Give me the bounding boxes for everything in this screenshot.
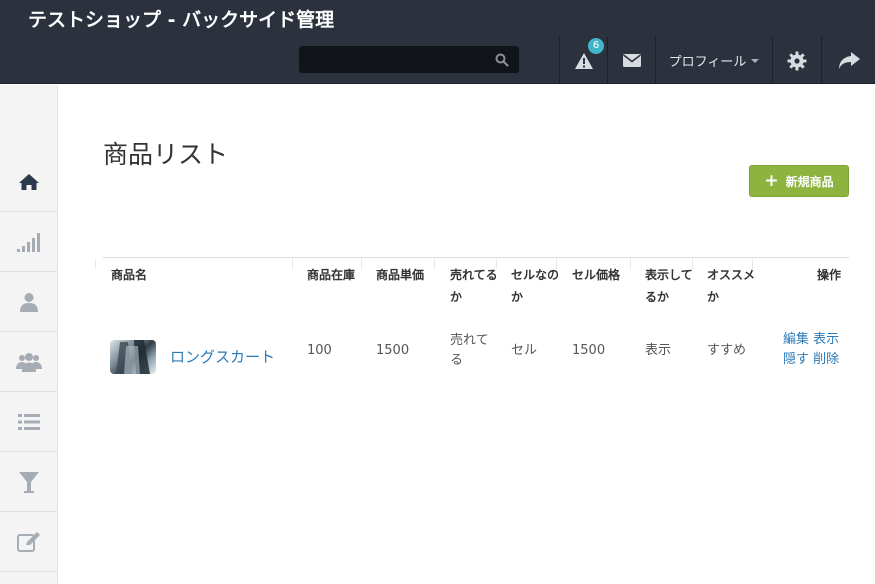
filter-icon <box>18 471 39 493</box>
column-divider <box>292 259 293 269</box>
home-icon <box>18 173 39 190</box>
column-divider <box>361 259 362 269</box>
product-visible: 表示 <box>645 343 672 358</box>
sidebar <box>0 85 58 584</box>
hide-link[interactable]: 隠す <box>783 352 809 367</box>
product-selling-line2: る <box>450 353 464 368</box>
product-selling: 売れて る <box>450 331 489 371</box>
plus-icon: + <box>764 170 779 191</box>
sidebar-item-users[interactable] <box>0 332 57 392</box>
new-product-button[interactable]: + 新規商品 <box>749 165 849 197</box>
header-recommend-line2: か <box>707 290 720 304</box>
product-selling-line1: 売れて <box>450 333 489 348</box>
header-recommend[interactable]: オススメ か <box>707 264 755 308</box>
header-selling-line1: 売れてる <box>450 268 498 282</box>
header-visible-line1: 表示して <box>645 268 693 282</box>
search-input[interactable] <box>299 46 519 73</box>
top-bar: テストショップ - バックサイド管理 6 プロフィール <box>0 0 875 84</box>
header-recommend-line1: オススメ <box>707 268 756 282</box>
header-sale-price[interactable]: セル価格 <box>572 264 620 286</box>
edit-icon <box>16 531 40 552</box>
envelope-icon <box>622 54 641 67</box>
page-title: 商品リスト <box>103 140 229 169</box>
table-header-border <box>103 257 849 258</box>
sidebar-item-stats[interactable] <box>0 212 57 272</box>
product-sale: セル <box>511 343 538 358</box>
sidebar-item-list[interactable] <box>0 392 57 452</box>
column-divider <box>95 259 96 269</box>
header-selling-line2: か <box>450 290 463 304</box>
alerts-badge: 6 <box>588 38 604 54</box>
gear-icon <box>787 51 807 70</box>
header-sale[interactable]: セルなの か <box>511 264 559 308</box>
header-actions: 操作 <box>817 268 842 282</box>
signal-icon <box>16 232 40 252</box>
header-visible[interactable]: 表示して るか <box>645 264 693 308</box>
row-actions: 編集 表示 隠す 削除 <box>783 330 839 370</box>
product-price: 1500 <box>376 343 410 358</box>
edit-link[interactable]: 編集 <box>783 332 809 347</box>
new-product-label: 新規商品 <box>785 174 834 189</box>
logout-button[interactable] <box>821 37 875 84</box>
messages-button[interactable] <box>607 37 655 84</box>
header-price[interactable]: 商品単価 <box>376 264 424 286</box>
header-name[interactable]: 商品名 <box>111 264 147 286</box>
product-image <box>116 340 150 374</box>
share-arrow-icon <box>838 52 860 69</box>
column-divider <box>630 259 631 269</box>
list-icon <box>17 413 40 430</box>
profile-label: プロフィール <box>668 55 747 70</box>
delete-link[interactable]: 削除 <box>813 352 839 367</box>
alerts-button[interactable]: 6 <box>559 37 607 84</box>
settings-button[interactable] <box>772 37 821 84</box>
header-sale-line2: か <box>511 290 524 304</box>
sidebar-item-user[interactable] <box>0 272 57 332</box>
header-stock[interactable]: 商品在庫 <box>307 264 355 286</box>
user-icon <box>19 292 38 312</box>
warning-icon <box>574 52 593 69</box>
search-icon[interactable] <box>495 52 509 71</box>
users-icon <box>15 352 42 372</box>
product-name-link[interactable]: ロングスカート <box>170 346 275 367</box>
header-selling[interactable]: 売れてる か <box>450 264 498 308</box>
header-sale-line1: セルなの <box>511 268 560 282</box>
product-recommend: すすめ <box>707 343 747 358</box>
app-title: テストショップ - バックサイド管理 <box>28 9 335 31</box>
product-sale-price: 1500 <box>572 343 606 358</box>
sidebar-item-filter[interactable] <box>0 452 57 512</box>
sidebar-item-home[interactable] <box>0 152 57 212</box>
product-stock: 100 <box>307 343 332 358</box>
header-visible-line2: るか <box>645 290 670 304</box>
show-link[interactable]: 表示 <box>813 332 839 347</box>
profile-menu[interactable]: プロフィール <box>655 37 772 84</box>
caret-down-icon <box>751 58 760 63</box>
sidebar-item-edit[interactable] <box>0 512 57 572</box>
column-divider <box>434 259 435 269</box>
product-thumbnail[interactable] <box>110 340 156 374</box>
